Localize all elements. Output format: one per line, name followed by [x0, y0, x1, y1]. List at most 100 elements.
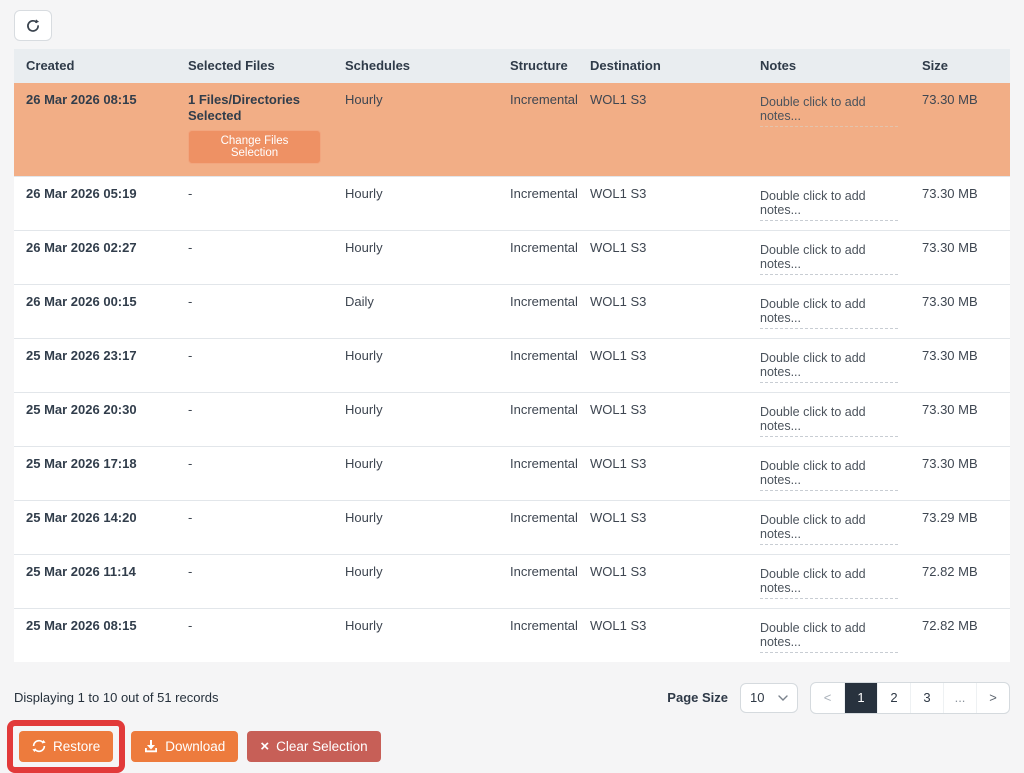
- destination-cell: WOL1 S3: [578, 176, 748, 230]
- page-button-3[interactable]: 3: [910, 683, 943, 713]
- restore-button[interactable]: Restore: [19, 731, 113, 762]
- notes-cell[interactable]: Double click to add notes...: [748, 446, 910, 500]
- restore-highlight-annotation: Restore: [7, 720, 125, 773]
- created-cell: 25 Mar 2026 08:15: [14, 608, 176, 662]
- col-structure: Structure: [498, 49, 578, 83]
- size-cell: 73.30 MB: [910, 284, 1010, 338]
- notes-cell[interactable]: Double click to add notes...: [748, 230, 910, 284]
- schedules-cell: Hourly: [333, 446, 498, 500]
- created-cell: 25 Mar 2026 17:18: [14, 446, 176, 500]
- notes-cell[interactable]: Double click to add notes...: [748, 608, 910, 662]
- table-row[interactable]: 25 Mar 2026 14:20 - Hourly Incremental W…: [14, 500, 1010, 554]
- notes-cell[interactable]: Double click to add notes...: [748, 284, 910, 338]
- destination-cell: WOL1 S3: [578, 500, 748, 554]
- structure-cell: Incremental: [498, 230, 578, 284]
- download-button[interactable]: Download: [131, 731, 238, 762]
- selected-files-cell: -: [176, 392, 333, 446]
- pagination-controls: Page Size 10 < 1 2 3 ... >: [667, 682, 1010, 714]
- change-files-selection-button[interactable]: Change Files Selection: [188, 130, 321, 164]
- notes-placeholder[interactable]: Double click to add notes...: [760, 567, 898, 599]
- page-size-select[interactable]: 10: [740, 683, 798, 713]
- structure-cell: Incremental: [498, 554, 578, 608]
- size-cell: 73.30 MB: [910, 392, 1010, 446]
- size-cell: 73.30 MB: [910, 338, 1010, 392]
- col-selected-files: Selected Files: [176, 49, 333, 83]
- table-row[interactable]: 26 Mar 2026 05:19 - Hourly Incremental W…: [14, 176, 1010, 230]
- structure-cell: Incremental: [498, 83, 578, 176]
- page-button-1[interactable]: 1: [844, 683, 877, 713]
- structure-cell: Incremental: [498, 500, 578, 554]
- schedules-cell: Hourly: [333, 392, 498, 446]
- destination-cell: WOL1 S3: [578, 338, 748, 392]
- created-cell: 25 Mar 2026 23:17: [14, 338, 176, 392]
- destination-cell: WOL1 S3: [578, 446, 748, 500]
- table-row[interactable]: 25 Mar 2026 17:18 - Hourly Incremental W…: [14, 446, 1010, 500]
- notes-cell[interactable]: Double click to add notes...: [748, 176, 910, 230]
- table-row[interactable]: 25 Mar 2026 23:17 - Hourly Incremental W…: [14, 338, 1010, 392]
- selected-files-cell: -: [176, 608, 333, 662]
- download-button-label: Download: [165, 739, 225, 754]
- notes-placeholder[interactable]: Double click to add notes...: [760, 351, 898, 383]
- table-row-selected[interactable]: 26 Mar 2026 08:15 1 Files/Directories Se…: [14, 83, 1010, 176]
- notes-cell[interactable]: Double click to add notes...: [748, 392, 910, 446]
- schedules-cell: Hourly: [333, 176, 498, 230]
- notes-placeholder[interactable]: Double click to add notes...: [760, 513, 898, 545]
- col-notes: Notes: [748, 49, 910, 83]
- size-cell: 72.82 MB: [910, 554, 1010, 608]
- notes-placeholder[interactable]: Double click to add notes...: [760, 189, 898, 221]
- created-cell: 26 Mar 2026 08:15: [14, 83, 176, 176]
- schedules-cell: Hourly: [333, 608, 498, 662]
- structure-cell: Incremental: [498, 176, 578, 230]
- selected-files-cell: -: [176, 446, 333, 500]
- notes-placeholder[interactable]: Double click to add notes...: [760, 297, 898, 329]
- destination-cell: WOL1 S3: [578, 554, 748, 608]
- destination-cell: WOL1 S3: [578, 230, 748, 284]
- schedules-cell: Hourly: [333, 230, 498, 284]
- structure-cell: Incremental: [498, 608, 578, 662]
- prev-page-button[interactable]: <: [811, 683, 844, 713]
- destination-cell: WOL1 S3: [578, 83, 748, 176]
- schedules-cell: Hourly: [333, 83, 498, 176]
- schedules-cell: Hourly: [333, 338, 498, 392]
- created-cell: 26 Mar 2026 00:15: [14, 284, 176, 338]
- selected-files-text: 1 Files/Directories Selected: [188, 92, 328, 125]
- created-cell: 26 Mar 2026 02:27: [14, 230, 176, 284]
- table-row[interactable]: 26 Mar 2026 00:15 - Daily Incremental WO…: [14, 284, 1010, 338]
- refresh-button[interactable]: [14, 10, 52, 41]
- size-cell: 73.30 MB: [910, 230, 1010, 284]
- destination-cell: WOL1 S3: [578, 608, 748, 662]
- pagination-group: < 1 2 3 ... >: [810, 682, 1010, 714]
- notes-placeholder[interactable]: Double click to add notes...: [760, 405, 898, 437]
- table-header-row: Created Selected Files Schedules Structu…: [14, 49, 1010, 83]
- selected-files-cell: 1 Files/Directories Selected Change File…: [176, 83, 333, 176]
- destination-cell: WOL1 S3: [578, 392, 748, 446]
- selected-files-cell: -: [176, 554, 333, 608]
- clear-selection-button-label: Clear Selection: [276, 739, 368, 754]
- page-ellipsis: ...: [943, 683, 976, 713]
- table-row[interactable]: 26 Mar 2026 02:27 - Hourly Incremental W…: [14, 230, 1010, 284]
- clear-selection-button[interactable]: × Clear Selection: [247, 731, 380, 762]
- table-row[interactable]: 25 Mar 2026 11:14 - Hourly Incremental W…: [14, 554, 1010, 608]
- page-button-2[interactable]: 2: [877, 683, 910, 713]
- next-page-button[interactable]: >: [976, 683, 1009, 713]
- notes-placeholder[interactable]: Double click to add notes...: [760, 95, 898, 127]
- structure-cell: Incremental: [498, 338, 578, 392]
- table-row[interactable]: 25 Mar 2026 08:15 - Hourly Incremental W…: [14, 608, 1010, 662]
- notes-placeholder[interactable]: Double click to add notes...: [760, 459, 898, 491]
- notes-placeholder[interactable]: Double click to add notes...: [760, 243, 898, 275]
- selected-files-cell: -: [176, 500, 333, 554]
- table-row[interactable]: 25 Mar 2026 20:30 - Hourly Incremental W…: [14, 392, 1010, 446]
- download-icon: [144, 739, 158, 753]
- records-summary: Displaying 1 to 10 out of 51 records: [14, 690, 219, 705]
- structure-cell: Incremental: [498, 446, 578, 500]
- notes-cell[interactable]: Double click to add notes...: [748, 554, 910, 608]
- action-buttons-row: Restore Download × Clear Selection: [14, 720, 1010, 773]
- refresh-icon: [25, 18, 41, 34]
- notes-cell[interactable]: Double click to add notes...: [748, 338, 910, 392]
- col-created: Created: [14, 49, 176, 83]
- notes-cell[interactable]: Double click to add notes...: [748, 83, 910, 176]
- notes-cell[interactable]: Double click to add notes...: [748, 500, 910, 554]
- created-cell: 25 Mar 2026 11:14: [14, 554, 176, 608]
- schedules-cell: Hourly: [333, 500, 498, 554]
- col-schedules: Schedules: [333, 49, 498, 83]
